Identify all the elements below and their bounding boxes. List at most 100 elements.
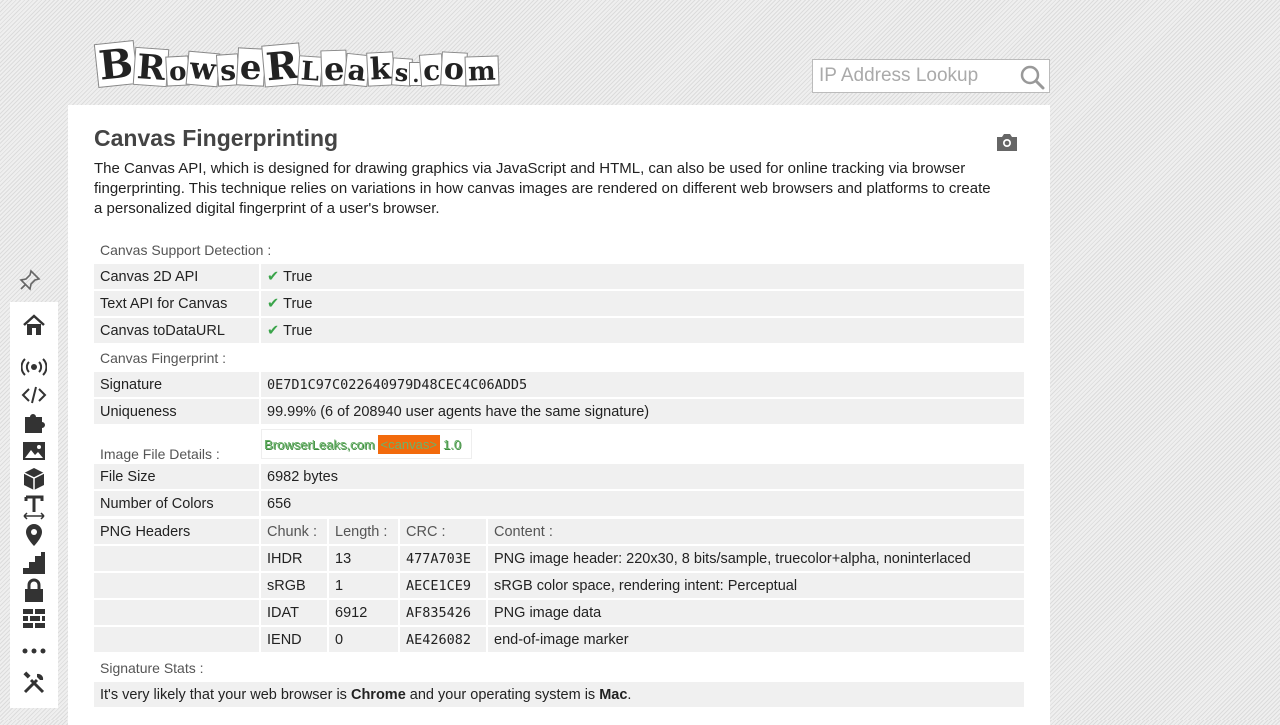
crc-cell: AECE1CE9 bbox=[400, 573, 488, 598]
check-icon: ✔ bbox=[267, 322, 280, 339]
column-header: Length : bbox=[329, 519, 400, 544]
table-row: Uniqueness 99.99% (6 of 208940 user agen… bbox=[94, 399, 1024, 424]
check-icon: ✔ bbox=[267, 268, 280, 285]
logo-letter: R bbox=[260, 42, 303, 89]
search-icon[interactable] bbox=[1019, 64, 1045, 90]
text-icon[interactable] bbox=[21, 494, 47, 520]
browser-name: Chrome bbox=[350, 686, 406, 703]
table-row: Canvas toDataURL ✔ True bbox=[94, 318, 1024, 343]
stats-text-part: . bbox=[627, 686, 632, 703]
stairs-icon[interactable] bbox=[21, 550, 47, 576]
broadcast-icon[interactable] bbox=[21, 354, 47, 380]
row-value-text: True bbox=[283, 268, 313, 285]
row-label: Number of Colors bbox=[94, 491, 261, 516]
table-row: Canvas 2D API ✔ True bbox=[94, 264, 1024, 289]
row-value-text: True bbox=[283, 322, 313, 339]
row-value-text: True bbox=[283, 295, 313, 312]
column-header: Chunk : bbox=[261, 519, 329, 544]
row-value: 656 bbox=[261, 491, 1024, 516]
logo-letter: R bbox=[132, 46, 170, 89]
row-label: File Size bbox=[94, 464, 261, 489]
canvas-text: BrowserLeaks,com bbox=[264, 436, 375, 452]
uniqueness-value: 99.99% (6 of 208940 user agents have the… bbox=[261, 399, 1024, 424]
canvas-text: <canvas> bbox=[377, 434, 440, 454]
tools-icon[interactable] bbox=[21, 670, 47, 696]
row-value: ✔ True bbox=[261, 318, 1024, 343]
length-cell: 0 bbox=[329, 627, 400, 652]
content-cell: PNG image header: 220x30, 8 bits/sample,… bbox=[488, 546, 1024, 571]
ip-lookup-input[interactable] bbox=[813, 60, 1013, 92]
chunk-cell: sRGB bbox=[261, 573, 329, 598]
table-row: File Size 6982 bytes bbox=[94, 464, 1024, 489]
row-value: ✔ True bbox=[261, 264, 1024, 289]
stats-text: It's very likely that your web browser i… bbox=[94, 682, 1024, 707]
main-panel: Canvas Fingerprinting The Canvas API, wh… bbox=[68, 105, 1050, 725]
table-row: IDAT 6912 AF835426 PNG image data bbox=[94, 600, 1024, 625]
row-label: Canvas 2D API bbox=[94, 264, 261, 289]
wall-icon[interactable] bbox=[21, 606, 47, 632]
stats-table: Signature Stats : It's very likely that … bbox=[94, 653, 1024, 709]
row-label: Canvas toDataURL bbox=[94, 318, 261, 343]
puzzle-icon[interactable] bbox=[21, 410, 47, 436]
image-icon[interactable] bbox=[21, 438, 47, 464]
support-table: Canvas Support Detection : Canvas 2D API… bbox=[94, 235, 1024, 518]
code-icon[interactable] bbox=[21, 382, 47, 408]
location-icon[interactable] bbox=[21, 522, 47, 548]
crc-cell: AE426082 bbox=[400, 627, 488, 652]
section-heading: Image File Details : bbox=[100, 446, 220, 462]
logo-letter: L bbox=[297, 55, 324, 88]
row-label: Text API for Canvas bbox=[94, 291, 261, 316]
canvas-text: 1.0 bbox=[442, 436, 461, 452]
column-header: CRC : bbox=[400, 519, 488, 544]
chunk-cell: IDAT bbox=[261, 600, 329, 625]
site-logo[interactable]: BRowseRLeaks.com bbox=[93, 22, 500, 90]
more-icon[interactable] bbox=[21, 638, 47, 664]
table-row: PNG Headers Chunk : Length : CRC : Conte… bbox=[94, 519, 1024, 544]
table-row: IEND 0 AE426082 end-of-image marker bbox=[94, 627, 1024, 652]
row-value: ✔ True bbox=[261, 291, 1024, 316]
camera-icon[interactable] bbox=[995, 131, 1019, 153]
stats-text-part: and your operating system is bbox=[405, 686, 600, 703]
crc-cell: 477A703E bbox=[400, 546, 488, 571]
canvas-preview: BrowserLeaks,com <canvas> 1.0 bbox=[261, 426, 1024, 462]
sidebar-nav bbox=[10, 302, 58, 708]
chunk-cell: IHDR bbox=[261, 546, 329, 571]
logo-letter: m bbox=[464, 55, 500, 87]
os-name: Mac bbox=[599, 686, 628, 703]
check-icon: ✔ bbox=[267, 295, 280, 312]
logo-letter: B bbox=[93, 39, 139, 90]
lock-icon[interactable] bbox=[21, 578, 47, 604]
content-cell: end-of-image marker bbox=[488, 627, 1024, 652]
table-row: Signature 0E7D1C97C022640979D48CEC4C06AD… bbox=[94, 372, 1024, 397]
length-cell: 13 bbox=[329, 546, 400, 571]
section-heading: Canvas Fingerprint : bbox=[100, 349, 227, 366]
signature-value: 0E7D1C97C022640979D48CEC4C06ADD5 bbox=[261, 372, 1024, 397]
table-row: sRGB 1 AECE1CE9 sRGB color space, render… bbox=[94, 573, 1024, 598]
home-icon[interactable] bbox=[21, 312, 47, 338]
column-header: Content : bbox=[488, 519, 1024, 544]
pin-icon[interactable] bbox=[18, 268, 42, 292]
stats-text-part: It's very likely that your web browser i… bbox=[100, 686, 351, 703]
table-row: Text API for Canvas ✔ True bbox=[94, 291, 1024, 316]
table-row: It's very likely that your web browser i… bbox=[94, 682, 1024, 707]
section-heading: Signature Stats : bbox=[100, 659, 204, 676]
ip-lookup-search bbox=[812, 59, 1050, 93]
section-heading: Canvas Support Detection : bbox=[100, 241, 272, 258]
row-label: Signature bbox=[94, 372, 261, 397]
length-cell: 6912 bbox=[329, 600, 400, 625]
row-value: 6982 bytes bbox=[261, 464, 1024, 489]
content-cell: PNG image data bbox=[488, 600, 1024, 625]
table-row: Number of Colors 656 bbox=[94, 491, 1024, 516]
chunk-cell: IEND bbox=[261, 627, 329, 652]
content-cell: sRGB color space, rendering intent: Perc… bbox=[488, 573, 1024, 598]
length-cell: 1 bbox=[329, 573, 400, 598]
table-row: IHDR 13 477A703E PNG image header: 220x3… bbox=[94, 546, 1024, 571]
crc-cell: AF835426 bbox=[400, 600, 488, 625]
canvas-image: BrowserLeaks,com <canvas> 1.0 bbox=[261, 429, 472, 459]
page-title: Canvas Fingerprinting bbox=[94, 125, 339, 151]
cube-icon[interactable] bbox=[21, 466, 47, 492]
png-headers-table: PNG Headers Chunk : Length : CRC : Conte… bbox=[94, 517, 1024, 654]
row-label: PNG Headers bbox=[94, 519, 261, 544]
intro-text: The Canvas API, which is designed for dr… bbox=[94, 160, 991, 217]
row-label: Uniqueness bbox=[94, 399, 261, 424]
